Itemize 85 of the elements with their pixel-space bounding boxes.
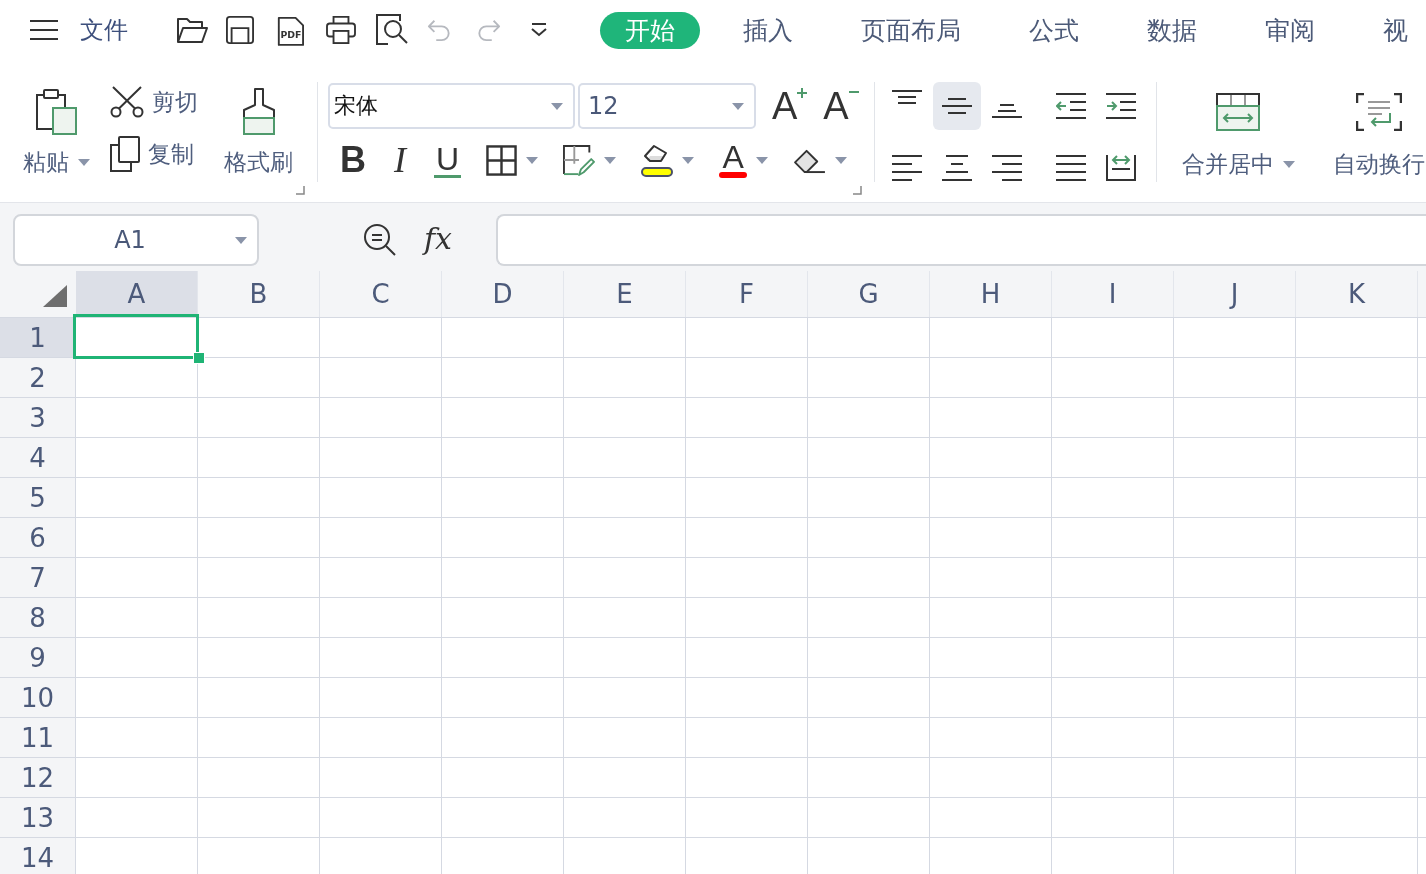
merge-center-button[interactable]: 合并居中 (1181, 93, 1295, 178)
caret-icon (551, 102, 563, 110)
column-header[interactable]: C (320, 271, 442, 317)
pdf-document-icon[interactable]: PDF (276, 14, 304, 46)
column-header[interactable]: K (1296, 271, 1418, 317)
file-menu[interactable]: 文件 (80, 14, 128, 46)
row-header[interactable]: 7 (0, 558, 76, 597)
ribbon-tab[interactable]: 数据 (1122, 11, 1222, 49)
distributed-align-icon (1105, 155, 1136, 181)
scissors-icon (110, 86, 144, 118)
row-header[interactable]: 14 (0, 838, 76, 874)
plus-icon (797, 88, 808, 98)
row-header[interactable]: 9 (0, 638, 76, 677)
row-header[interactable]: 4 (0, 438, 76, 477)
justify-icon (1055, 155, 1086, 181)
column-header[interactable]: I (1052, 271, 1174, 317)
insert-function-button[interactable]: fx (424, 220, 453, 258)
align-bottom-icon (991, 104, 1022, 118)
caret-icon (732, 102, 744, 110)
clipboard-icon (34, 88, 78, 136)
format-painter-button[interactable]: 格式刷 (224, 88, 293, 202)
column-header[interactable]: J (1174, 271, 1296, 317)
document-magnifier-icon[interactable] (376, 14, 408, 46)
ribbon-tab[interactable]: 视 (1358, 11, 1426, 49)
row-header[interactable]: 12 (0, 758, 76, 797)
align-middle-icon (941, 98, 972, 114)
italic-button[interactable]: I (391, 142, 409, 178)
ribbon-tab[interactable]: 公式 (1004, 11, 1104, 49)
align-center-icon (941, 155, 972, 181)
ribbon-tab[interactable]: 页面布局 (836, 11, 986, 49)
row-header[interactable]: 13 (0, 798, 76, 837)
copy-icon (110, 136, 140, 172)
increase-indent-icon (1105, 93, 1136, 119)
font-name-select[interactable]: 宋体 (328, 83, 575, 129)
align-left-icon (891, 155, 922, 181)
menu-icon[interactable] (30, 20, 58, 40)
wrap-text-button[interactable]: 自动换行 (1332, 93, 1425, 178)
minus-icon (848, 91, 859, 93)
decrease-indent-icon (1055, 93, 1086, 119)
column-header[interactable]: D (442, 271, 564, 317)
column-header[interactable]: F (686, 271, 808, 317)
font-size-select[interactable]: 12 (578, 83, 756, 129)
underline-button[interactable]: U (434, 142, 462, 178)
fill-color-button[interactable] (641, 143, 695, 177)
zoom-icon[interactable] (363, 223, 397, 257)
row-header[interactable]: 8 (0, 598, 76, 637)
row-header[interactable]: 6 (0, 518, 76, 557)
align-right-icon (991, 155, 1022, 181)
row-header[interactable]: 3 (0, 398, 76, 437)
folder-icon[interactable] (176, 16, 208, 44)
row-header[interactable]: 2 (0, 358, 76, 397)
decrease-font-size-button[interactable]: A (823, 88, 859, 124)
cut-button[interactable]: 剪切 (110, 86, 198, 118)
select-all-icon[interactable] (43, 285, 67, 307)
ribbon-tab[interactable]: 插入 (718, 11, 818, 49)
column-header[interactable]: B (198, 271, 320, 317)
cell-format-icon (563, 144, 596, 176)
paste-button[interactable]: 粘贴 (20, 88, 92, 202)
increase-font-size-button[interactable]: A (772, 88, 808, 124)
copy-button[interactable]: 复制 (110, 136, 198, 172)
ribbon-tab[interactable]: 审阅 (1240, 11, 1340, 49)
column-header[interactable]: H (930, 271, 1052, 317)
caret-icon (235, 236, 247, 244)
borders-icon (486, 144, 518, 176)
formula-input[interactable] (496, 214, 1426, 266)
selected-cell[interactable] (73, 314, 199, 359)
fill-handle[interactable] (193, 352, 205, 364)
column-header[interactable]: G (808, 271, 930, 317)
merge-cells-icon (1216, 93, 1261, 131)
align-top-icon (891, 90, 922, 104)
borders-button[interactable] (486, 144, 539, 176)
name-box[interactable]: A1 (13, 214, 259, 266)
bold-button[interactable]: B (340, 142, 366, 178)
row-header[interactable]: 1 (0, 318, 76, 357)
column-header[interactable]: E (564, 271, 686, 317)
align-middle-button[interactable] (932, 82, 981, 130)
chevron-down-icon[interactable] (530, 23, 548, 37)
font-color-button[interactable]: A (719, 142, 769, 178)
column-header[interactable]: A (76, 271, 198, 317)
row-header[interactable]: 11 (0, 718, 76, 757)
cell-format-button[interactable] (563, 144, 617, 176)
wrap-text-icon (1355, 93, 1402, 131)
printer-icon[interactable] (326, 16, 356, 44)
row-header[interactable]: 10 (0, 678, 76, 717)
row-header[interactable]: 5 (0, 478, 76, 517)
